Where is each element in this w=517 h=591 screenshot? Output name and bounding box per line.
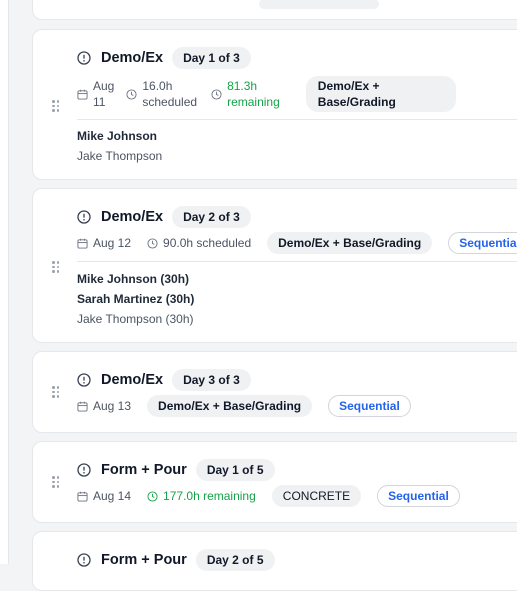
schedule-card-demo-day3[interactable]: Demo/Ex Day 3 of 3 Aug 13 Demo/Ex + Base… [32,351,517,433]
drag-handle-icon[interactable] [52,100,60,112]
drag-handle-icon[interactable] [52,261,60,273]
scheduled-label: scheduled [142,95,198,109]
day-badge: Day 1 of 5 [195,459,275,481]
remaining-text: 177.0h remaining [163,489,256,503]
task-title: Demo/Ex [101,372,164,388]
day-badge: Day 3 of 3 [172,369,251,391]
calendar-icon [77,89,88,100]
clock-icon [147,490,158,502]
task-title: Form + Pour [101,552,187,568]
remaining-hours: 81.3h [227,79,258,93]
calendar-icon [77,238,88,249]
phase-pill: Demo/Ex + Base/Grading [267,232,433,254]
crew-member: Jake Thompson [77,149,163,163]
date-text: Aug 13 [93,399,132,413]
day-badge: Day 2 of 5 [195,549,275,571]
calendar-icon [77,491,88,502]
partial-pill [259,0,379,9]
drag-handle-icon[interactable] [52,386,60,398]
alert-circle-icon [77,210,91,224]
drag-handle-icon[interactable] [52,476,60,488]
alert-circle-icon [77,51,91,65]
date-day: 11 [93,95,106,109]
date-text: Aug 12 [93,236,132,250]
phase-pill: Demo/Ex + Base/Grading [305,76,456,112]
task-title: Demo/Ex [101,50,164,66]
remaining-label: remaining [227,95,280,109]
scheduled-hours: 16.0h [142,79,173,93]
date-text: Aug 14 [93,489,132,503]
divider [77,261,517,262]
crew-member: Jake Thompson (30h) [77,312,194,326]
divider [77,119,517,120]
task-title: Demo/Ex [101,209,164,225]
phase-pill-line1: Demo/Ex + [317,79,380,93]
date-month: Aug [93,79,115,93]
scheduled-text: 90.0h scheduled [163,236,252,250]
day-badge: Day 1 of 3 [172,47,251,69]
clock-icon [211,88,222,100]
clock-icon [126,88,137,100]
crew-lead: Mike Johnson (30h) [77,272,190,286]
crew-lead: Mike Johnson [77,129,158,143]
phase-pill-line2: Base/Grading [317,95,396,109]
task-title: Form + Pour [101,462,187,478]
sequential-badge[interactable]: Sequential [448,232,517,254]
alert-circle-icon [77,553,91,567]
sequential-badge[interactable]: Sequential [328,395,411,417]
alert-circle-icon [77,373,91,387]
clock-icon [147,237,158,249]
day-badge: Day 2 of 3 [172,206,251,228]
sequential-badge[interactable]: Sequential [377,485,460,507]
schedule-card-demo-day1[interactable]: Demo/Ex Day 1 of 3 Aug 11 16.0h scheduled … [32,29,517,180]
calendar-icon [77,401,88,412]
phase-pill: CONCRETE [271,485,362,507]
schedule-card-formpour-day2[interactable]: Form + Pour Day 2 of 5 [32,531,517,591]
crew-member: Sarah Martinez (30h) [77,292,195,306]
phase-pill: Demo/Ex + Base/Grading [147,395,313,417]
schedule-card-formpour-day1[interactable]: Form + Pour Day 1 of 5 Aug 14 177.0h rem… [32,441,517,523]
schedule-card-demo-day2[interactable]: Demo/Ex Day 2 of 3 Aug 12 90.0h schedule… [32,188,517,343]
alert-circle-icon [77,463,91,477]
schedule-card-partial-top[interactable] [32,0,517,20]
left-rail [0,0,9,564]
